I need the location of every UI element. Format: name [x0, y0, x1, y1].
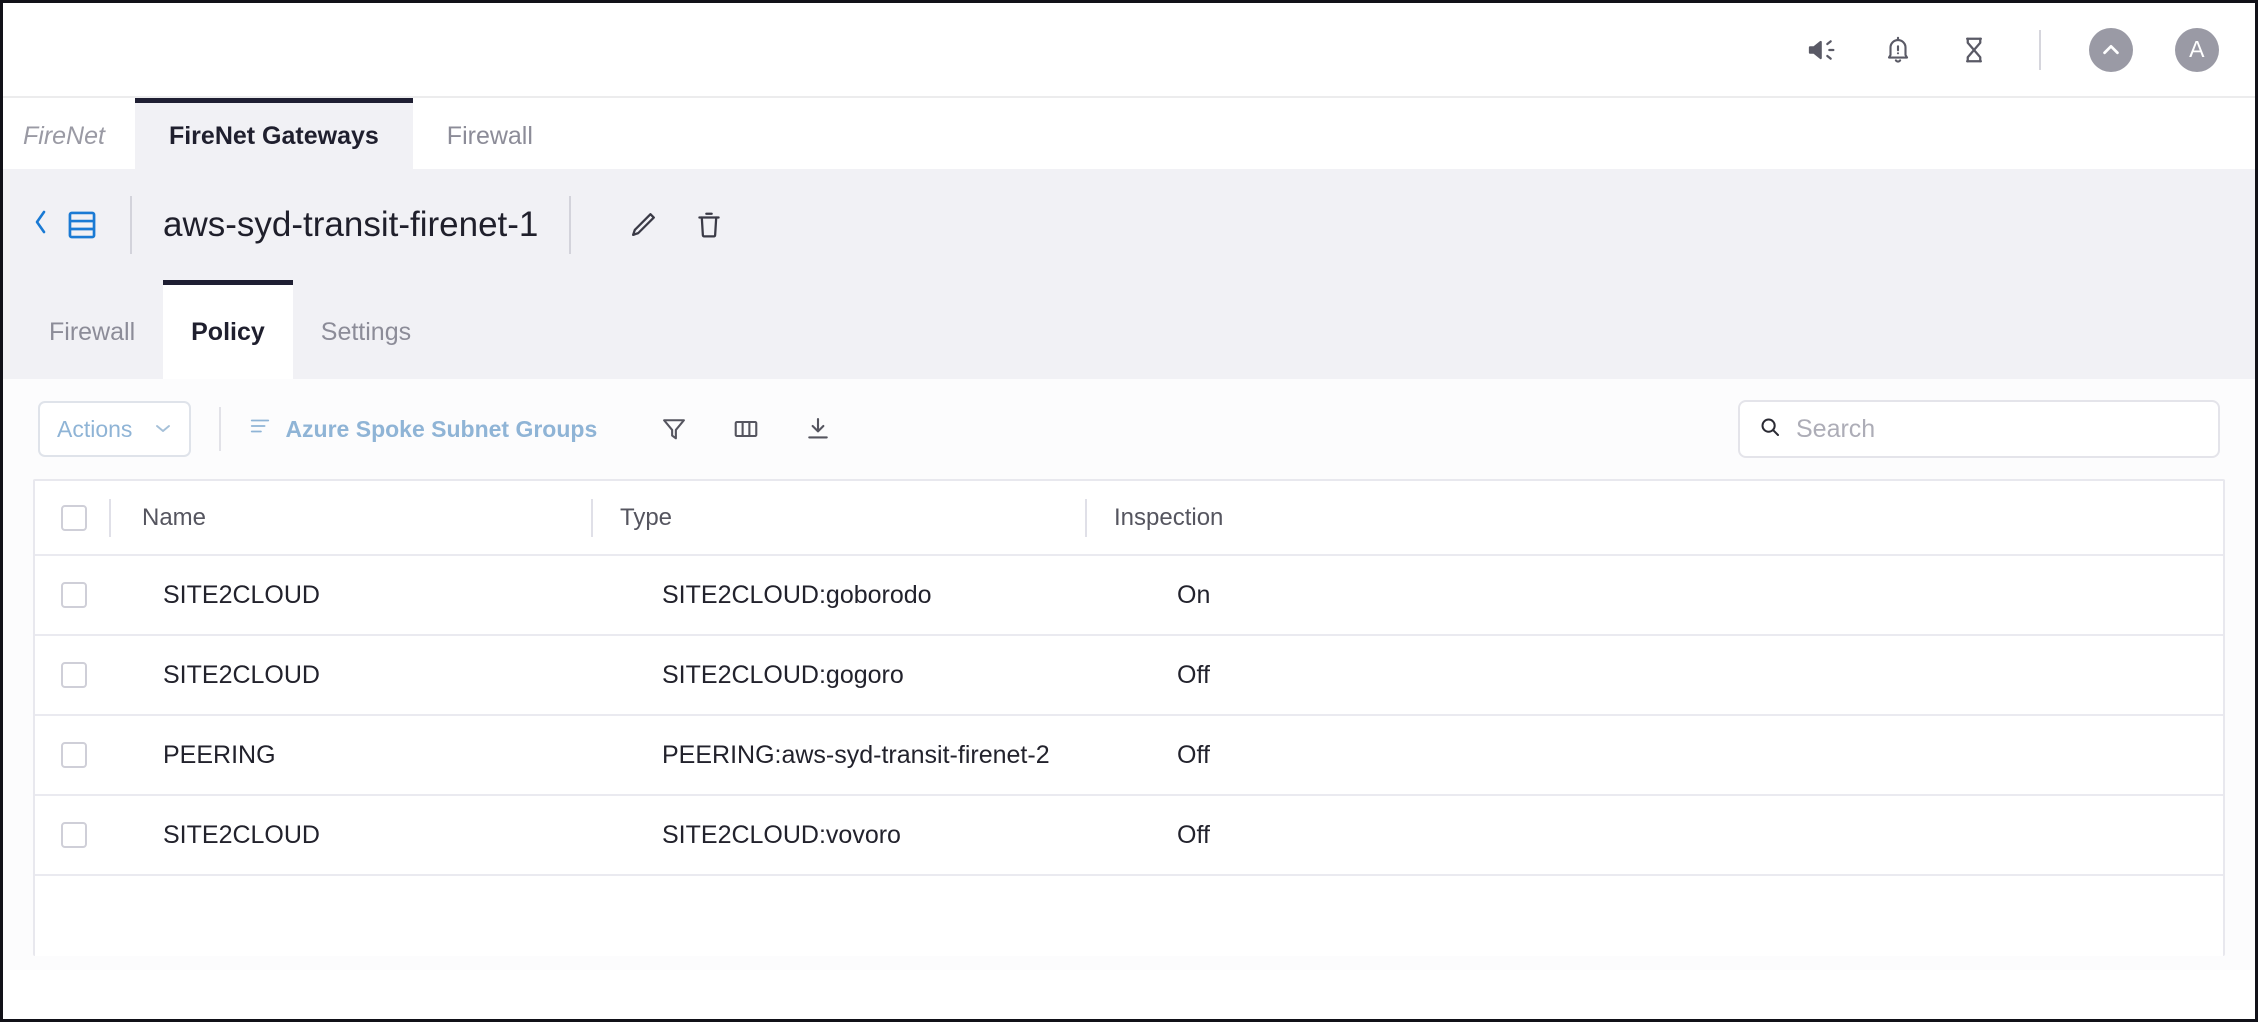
- app-root: A FireNet FireNet Gateways Firewall: [0, 0, 2258, 1022]
- azure-spoke-subnet-groups-label: Azure Spoke Subnet Groups: [285, 416, 597, 443]
- cell-name: PEERING: [132, 741, 612, 770]
- primary-tab-bar: FireNet FireNet Gateways Firewall: [3, 98, 2255, 169]
- table-row-placeholder: [35, 876, 2223, 956]
- search-input[interactable]: [1796, 415, 2200, 444]
- edit-pencil-icon[interactable]: [623, 205, 663, 245]
- cell-type: SITE2CLOUD:goborodo: [635, 581, 1127, 610]
- page-header: aws-syd-transit-firenet-1: [3, 169, 2255, 280]
- delete-trash-icon[interactable]: [689, 205, 729, 245]
- actions-dropdown-label: Actions: [57, 416, 132, 443]
- chevron-down-icon: [154, 419, 172, 439]
- page-wrapper: aws-syd-transit-firenet-1: [3, 169, 2255, 379]
- hourglass-icon[interactable]: [1957, 33, 1991, 67]
- collapse-chevron-up-button[interactable]: [2089, 28, 2133, 72]
- cell-type: PEERING:aws-syd-transit-firenet-2: [635, 741, 1127, 770]
- page-title: aws-syd-transit-firenet-1: [163, 205, 538, 245]
- table-header-row: Name Type Inspection: [35, 481, 2223, 556]
- table-row[interactable]: SITE2CLOUD SITE2CLOUD:vovoro Off: [35, 796, 2223, 876]
- filter-funnel-icon[interactable]: [657, 412, 691, 446]
- row-checkbox[interactable]: [61, 742, 87, 768]
- back-chevron-icon[interactable]: [31, 206, 51, 244]
- actions-dropdown-button[interactable]: Actions: [38, 401, 191, 457]
- toolbar-icon-group: [657, 412, 835, 446]
- cell-inspection: Off: [1150, 661, 1550, 690]
- subnet-group-list-icon: [249, 415, 271, 443]
- row-checkbox[interactable]: [61, 822, 87, 848]
- top-bar: A: [3, 3, 2255, 98]
- table-row[interactable]: PEERING PEERING:aws-syd-transit-firenet-…: [35, 716, 2223, 796]
- toolbar-separator-1: [219, 407, 221, 451]
- content-area: Actions Azure Spoke Subnet Groups: [3, 379, 2255, 970]
- cell-inspection: Off: [1150, 741, 1550, 770]
- download-icon[interactable]: [801, 412, 835, 446]
- notification-bell-icon[interactable]: [1881, 33, 1915, 67]
- row-checkbox[interactable]: [61, 662, 87, 688]
- search-box[interactable]: [1738, 400, 2220, 458]
- list-view-icon[interactable]: [65, 208, 99, 242]
- avatar[interactable]: A: [2175, 28, 2219, 72]
- tab-policy[interactable]: Policy: [163, 280, 293, 379]
- tab-firewall-label: Firewall: [49, 318, 135, 347]
- column-header-type[interactable]: Type: [593, 504, 1085, 532]
- columns-icon[interactable]: [729, 412, 763, 446]
- cell-name: SITE2CLOUD: [132, 581, 612, 610]
- tab-firenet-gateways-label: FireNet Gateways: [169, 122, 379, 151]
- top-bar-icon-group: A: [1805, 28, 2219, 72]
- tab-firewall-primary-label: Firewall: [447, 122, 533, 151]
- top-bar-divider: [2039, 30, 2041, 70]
- search-icon: [1758, 415, 1782, 444]
- row-checkbox[interactable]: [61, 582, 87, 608]
- page-header-actions: [623, 205, 729, 245]
- cell-name: SITE2CLOUD: [132, 661, 612, 690]
- table-row[interactable]: SITE2CLOUD SITE2CLOUD:goborodo On: [35, 556, 2223, 636]
- column-header-name[interactable]: Name: [111, 504, 591, 532]
- table-row[interactable]: SITE2CLOUD SITE2CLOUD:gogoro Off: [35, 636, 2223, 716]
- header-divider-left: [130, 196, 132, 254]
- tab-settings[interactable]: Settings: [293, 280, 439, 379]
- cell-name: SITE2CLOUD: [132, 821, 612, 850]
- cell-type: SITE2CLOUD:vovoro: [635, 821, 1127, 850]
- tab-firenet[interactable]: FireNet: [3, 98, 135, 169]
- announcement-icon[interactable]: [1805, 33, 1839, 67]
- tab-firewall-primary[interactable]: Firewall: [413, 98, 567, 169]
- table-toolbar: Actions Azure Spoke Subnet Groups: [3, 379, 2255, 479]
- policy-table: Name Type Inspection SITE2CLOUD SITE2CLO…: [33, 479, 2225, 956]
- tab-policy-label: Policy: [191, 318, 265, 347]
- secondary-tab-bar: Firewall Policy Settings: [3, 280, 2255, 379]
- cell-inspection: Off: [1150, 821, 1550, 850]
- column-header-inspection[interactable]: Inspection: [1087, 504, 1487, 532]
- tab-firenet-label: FireNet: [23, 122, 105, 151]
- azure-spoke-subnet-groups-link[interactable]: Azure Spoke Subnet Groups: [249, 415, 597, 443]
- select-all-checkbox[interactable]: [61, 505, 87, 531]
- tab-firewall[interactable]: Firewall: [21, 280, 163, 379]
- avatar-initial: A: [2189, 36, 2205, 63]
- cell-inspection: On: [1150, 581, 1550, 610]
- tab-settings-label: Settings: [321, 318, 411, 347]
- header-divider-right: [569, 196, 571, 254]
- cell-type: SITE2CLOUD:gogoro: [635, 661, 1127, 690]
- tab-firenet-gateways[interactable]: FireNet Gateways: [135, 98, 413, 169]
